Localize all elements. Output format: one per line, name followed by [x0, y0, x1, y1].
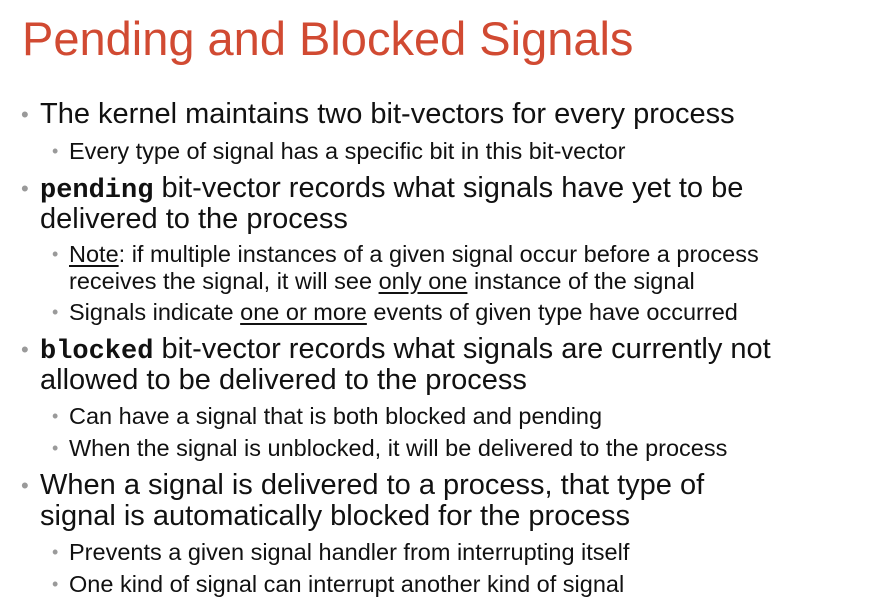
bullet-3-line-1: bit-vector records what signals are curr…	[153, 333, 771, 365]
bullet-4-sub-2: • One kind of signal can interrupt anoth…	[52, 571, 625, 598]
bullet-2-sub-1-line-2-post: instance of the signal	[467, 268, 695, 294]
sub-bullet-dot-icon: •	[52, 141, 59, 161]
bullet-3-line-2-wrap: allowed to be delivered to the process	[40, 365, 527, 396]
bullet-dot-icon: •	[21, 102, 29, 127]
bullet-3-sub-1-text: Can have a signal that is both blocked a…	[69, 403, 603, 429]
bullet-2-sub-2-pre: Signals indicate	[69, 299, 241, 325]
slide-title: Pending and Blocked Signals	[22, 12, 634, 65]
bullet-4-sub-1-text: Prevents a given signal handler from int…	[69, 539, 630, 565]
bullet-dot-icon: •	[21, 473, 29, 498]
bullet-1-text: The kernel maintains two bit-vectors for…	[40, 98, 735, 130]
bullet-2-sub-1: • Note: if multiple instances of a given…	[52, 241, 759, 268]
bullet-2-sub-1-line-1: : if multiple instances of a given signa…	[118, 241, 759, 267]
bullet-1-sub-1-text: Every type of signal has a specific bit …	[69, 138, 626, 164]
bullet-2-line-2-wrap: delivered to the process	[40, 204, 348, 235]
bullet-2-line-2: delivered to the process	[40, 203, 348, 235]
bullet-4-sub-2-text: One kind of signal can interrupt another…	[69, 571, 625, 597]
sub-bullet-dot-icon: •	[52, 406, 59, 426]
note-label: Note	[69, 241, 119, 267]
bullet-2-sub-1-line-2-pre: receives the signal, it will see	[69, 268, 379, 294]
sub-bullet-dot-icon: •	[52, 542, 59, 562]
bullet-3-sub-1: • Can have a signal that is both blocked…	[52, 403, 603, 430]
bullet-2-sub-2: • Signals indicate one or more events of…	[52, 299, 738, 326]
bullet-4-line-1: When a signal is delivered to a process,…	[40, 469, 705, 501]
bullet-dot-icon: •	[21, 337, 29, 362]
bullet-4-sub-1: • Prevents a given signal handler from i…	[52, 539, 630, 566]
one-or-more-emphasis: one or more	[240, 299, 367, 325]
bullet-2-line-1: bit-vector records what signals have yet…	[153, 172, 744, 204]
bullet-2-sub-2-post: events of given type have occurred	[366, 299, 738, 325]
bullet-2-sub-1-line-2-wrap: receives the signal, it will see only on…	[69, 268, 695, 295]
bullet-3: • blocked bit-vector records what signal…	[21, 333, 771, 368]
sub-bullet-dot-icon: •	[52, 438, 59, 458]
bullet-1: • The kernel maintains two bit-vectors f…	[21, 98, 735, 130]
slide: Pending and Blocked Signals • The kernel…	[0, 0, 872, 615]
bullet-3-sub-2-text: When the signal is unblocked, it will be…	[69, 435, 728, 461]
bullet-4: • When a signal is delivered to a proces…	[21, 469, 705, 501]
bullet-2: • pending bit-vector records what signal…	[21, 172, 744, 207]
bullet-3-line-2: allowed to be delivered to the process	[40, 364, 527, 396]
bullet-4-line-2: signal is automatically blocked for the …	[40, 500, 630, 532]
only-one-emphasis: only one	[378, 268, 468, 294]
bullet-1-sub-1: • Every type of signal has a specific bi…	[52, 138, 626, 165]
sub-bullet-dot-icon: •	[52, 244, 59, 264]
code-pending: pending	[40, 176, 154, 206]
sub-bullet-dot-icon: •	[52, 574, 59, 594]
bullet-3-sub-2: • When the signal is unblocked, it will …	[52, 435, 728, 462]
code-blocked: blocked	[40, 337, 154, 367]
bullet-4-line-2-wrap: signal is automatically blocked for the …	[40, 501, 630, 532]
sub-bullet-dot-icon: •	[52, 302, 59, 322]
bullet-dot-icon: •	[21, 176, 29, 201]
